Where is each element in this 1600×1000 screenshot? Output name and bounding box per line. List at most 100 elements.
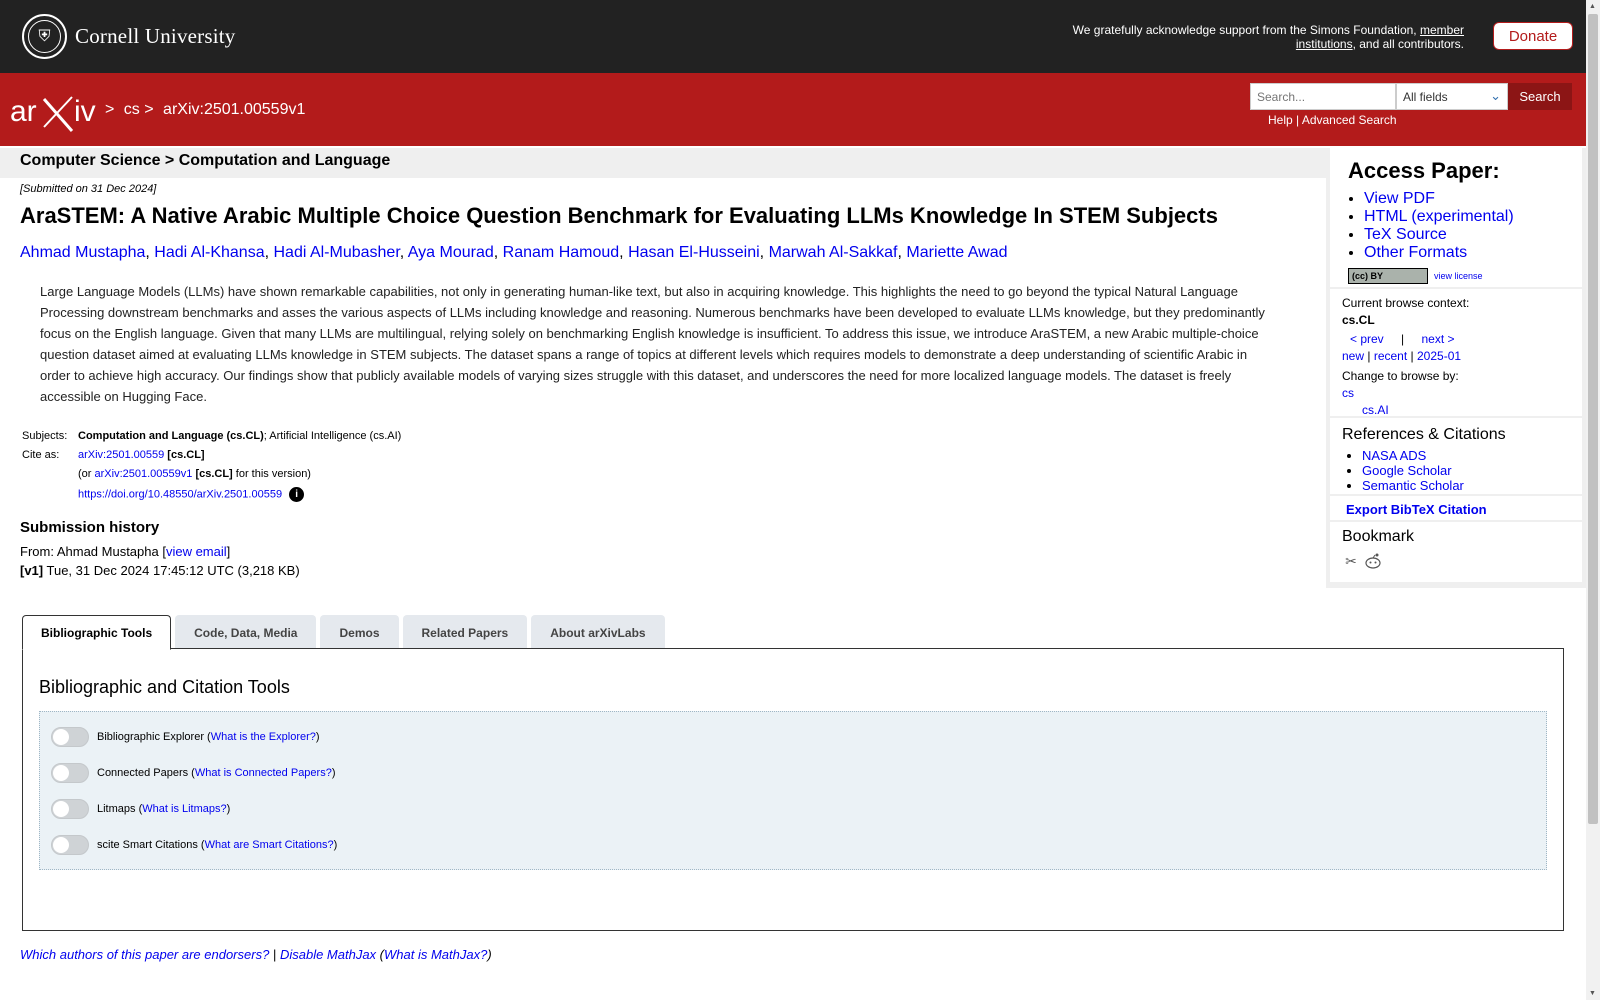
view-pdf-link[interactable]: View PDF — [1364, 190, 1435, 207]
prev-link[interactable]: < prev — [1350, 332, 1384, 346]
endorsers-link[interactable]: Which authors of this paper are endorser… — [20, 947, 269, 962]
tab-bibliographic-tools[interactable]: Bibliographic Tools — [22, 615, 172, 650]
svg-text:ar: ar — [10, 95, 37, 128]
breadcrumb: > cs > arXiv:2501.00559v1 — [105, 101, 306, 118]
tab-code-data-media[interactable]: Code, Data, Media — [175, 615, 317, 649]
scite-toggle[interactable] — [51, 835, 89, 855]
author-link[interactable]: Marwah Al-Sakkaf — [769, 244, 898, 261]
browse-csai-link[interactable]: cs.AI — [1362, 403, 1389, 417]
paper-title: AraSTEM: A Native Arabic Multiple Choice… — [20, 203, 1218, 228]
submitted-date: [Submitted on 31 Dec 2024] — [20, 183, 157, 195]
author-link[interactable]: Hadi Al-Khansa — [154, 244, 264, 261]
institution-bar: ⛨ Cornell University We gratefully ackno… — [0, 0, 1586, 73]
breadcrumb-paper-id: arXiv:2501.00559v1 — [163, 101, 306, 118]
chevron-down-icon: ⌄ — [1490, 88, 1501, 103]
references-title: References & Citations — [1342, 426, 1506, 443]
tab-demos[interactable]: Demos — [320, 615, 399, 649]
author-link[interactable]: Ranam Hamoud — [503, 244, 620, 261]
google-scholar-link[interactable]: Google Scholar — [1362, 463, 1452, 478]
author-link[interactable]: Mariette Awad — [906, 244, 1007, 261]
arxiv-header: ar iv > cs > arXiv:2501.00559v1 All fiel… — [0, 73, 1586, 146]
tab-panel: Bibliographic and Citation Tools Bibliog… — [22, 648, 1564, 931]
footer-links: Which authors of this paper are endorser… — [20, 947, 492, 962]
author-link[interactable]: Hasan El-Husseini — [628, 244, 760, 261]
scroll-down-icon[interactable]: ▼ — [1589, 990, 1596, 997]
litmaps-toggle[interactable] — [51, 799, 89, 819]
what-are-smart-citations-link[interactable]: What are Smart Citations? — [205, 839, 334, 851]
help-link[interactable]: Help — [1268, 113, 1293, 127]
next-link[interactable]: next > — [1422, 332, 1455, 346]
access-paper-box: Access Paper: View PDF HTML (experimenta… — [1330, 148, 1582, 287]
doi-link[interactable]: https://doi.org/10.48550/arXiv.2501.0055… — [78, 488, 282, 500]
cornell-seal-icon: ⛨ — [22, 14, 67, 59]
what-is-mathjax-link[interactable]: What is MathJax? — [384, 947, 487, 962]
search-field-select[interactable]: All fields ⌄ — [1396, 83, 1508, 110]
university-name: Cornell University — [75, 24, 236, 48]
sidebar: Access Paper: View PDF HTML (experimenta… — [1326, 148, 1586, 588]
view-email-link[interactable]: view email — [166, 544, 227, 559]
other-formats-link[interactable]: Other Formats — [1364, 244, 1467, 261]
disable-mathjax-link[interactable]: Disable MathJax — [280, 947, 376, 962]
connected-papers-toggle[interactable] — [51, 763, 89, 783]
semantic-scholar-link[interactable]: Semantic Scholar — [1362, 478, 1464, 493]
bibliographic-explorer-toggle[interactable] — [51, 727, 89, 747]
submission-history-title: Submission history — [20, 519, 160, 536]
acknowledgement: We gratefully acknowledge support from t… — [1072, 23, 1464, 51]
arxiv-logo[interactable]: ar iv — [10, 93, 100, 136]
access-paper-title: Access Paper: — [1348, 158, 1500, 183]
view-license-link[interactable]: view license — [1434, 271, 1483, 281]
metadata-table: Subjects: Computation and Language (cs.C… — [20, 430, 401, 508]
what-is-connected-papers-link[interactable]: What is Connected Papers? — [195, 767, 332, 779]
what-is-explorer-link[interactable]: What is the Explorer? — [211, 731, 316, 743]
author-link[interactable]: Aya Mourad — [408, 244, 494, 261]
scroll-thumb[interactable] — [1588, 14, 1598, 824]
search-button[interactable]: Search — [1508, 83, 1572, 110]
scroll-up-icon[interactable]: ▲ — [1589, 3, 1596, 10]
reddit-icon[interactable] — [1364, 552, 1382, 570]
cite-as-value: arXiv:2501.00559 [cs.CL] — [78, 449, 205, 461]
info-icon[interactable]: i — [289, 487, 305, 502]
browse-month-link[interactable]: 2025-01 — [1417, 349, 1461, 363]
what-is-litmaps-link[interactable]: What is Litmaps? — [142, 803, 226, 815]
submission-version: [v1] Tue, 31 Dec 2024 17:45:12 UTC (3,21… — [20, 563, 300, 578]
subjects-label: Subjects: — [22, 430, 68, 442]
cc-by-icon[interactable]: (cc) BY — [1348, 268, 1428, 284]
bookmark-box: Bookmark ✂ — [1330, 522, 1582, 582]
cite-id-link[interactable]: arXiv:2501.00559 — [78, 449, 164, 461]
browse-cs-link[interactable]: cs — [1342, 386, 1354, 400]
submission-from: From: Ahmad Mustapha [view email] — [20, 544, 231, 559]
access-links: View PDF HTML (experimental) TeX Source … — [1348, 190, 1582, 262]
cite-version: (or arXiv:2501.00559v1 [cs.CL] for this … — [78, 468, 311, 480]
browse-new-link[interactable]: new — [1342, 349, 1364, 363]
nasa-ads-link[interactable]: NASA ADS — [1362, 448, 1426, 463]
bookmark-title: Bookmark — [1342, 528, 1415, 545]
tool-row: scite Smart Citations (What are Smart Ci… — [51, 835, 337, 855]
abstract: Large Language Models (LLMs) have shown … — [40, 284, 1265, 404]
tex-source-link[interactable]: TeX Source — [1364, 226, 1447, 243]
author-link[interactable]: Hadi Al-Mubasher — [273, 244, 399, 261]
change-browse-label: Change to browse by: — [1342, 369, 1459, 383]
bibsonomy-icon[interactable]: ✂ — [1342, 552, 1360, 570]
html-link[interactable]: HTML (experimental) — [1364, 208, 1514, 225]
tab-about-arxivlabs[interactable]: About arXivLabs — [531, 615, 665, 649]
export-bibtex-link[interactable]: Export BibTeX Citation — [1346, 502, 1487, 517]
tools-list: Bibliographic Explorer (What is the Expl… — [39, 711, 1547, 870]
labs-tabs: Bibliographic Tools Code, Data, Media De… — [22, 615, 669, 650]
author-list: Ahmad Mustapha, Hadi Al-Khansa, Hadi Al-… — [20, 244, 1008, 261]
browse-recent-link[interactable]: recent — [1374, 349, 1407, 363]
subjects-value: Computation and Language (cs.CL); Artifi… — [78, 430, 402, 442]
donate-button[interactable]: Donate — [1493, 22, 1573, 50]
browse-context-value: cs.CL — [1342, 313, 1375, 327]
page-scrollbar[interactable]: ▲ ▼ — [1586, 0, 1600, 1000]
browse-context-box: Current browse context: cs.CL < prev | n… — [1330, 289, 1582, 417]
author-link[interactable]: Ahmad Mustapha — [20, 244, 145, 261]
cornell-logo[interactable]: ⛨ Cornell University — [22, 14, 236, 59]
search-input[interactable] — [1250, 83, 1396, 110]
panel-title: Bibliographic and Citation Tools — [39, 677, 290, 697]
advanced-search-link[interactable]: Advanced Search — [1302, 113, 1397, 127]
cite-version-link[interactable]: arXiv:2501.00559v1 — [95, 468, 193, 480]
breadcrumb-cs[interactable]: cs — [124, 101, 140, 118]
license-row: (cc) BY view license — [1348, 268, 1582, 284]
tool-row: Litmaps (What is Litmaps?) — [51, 799, 230, 819]
tab-related-papers[interactable]: Related Papers — [402, 615, 528, 649]
